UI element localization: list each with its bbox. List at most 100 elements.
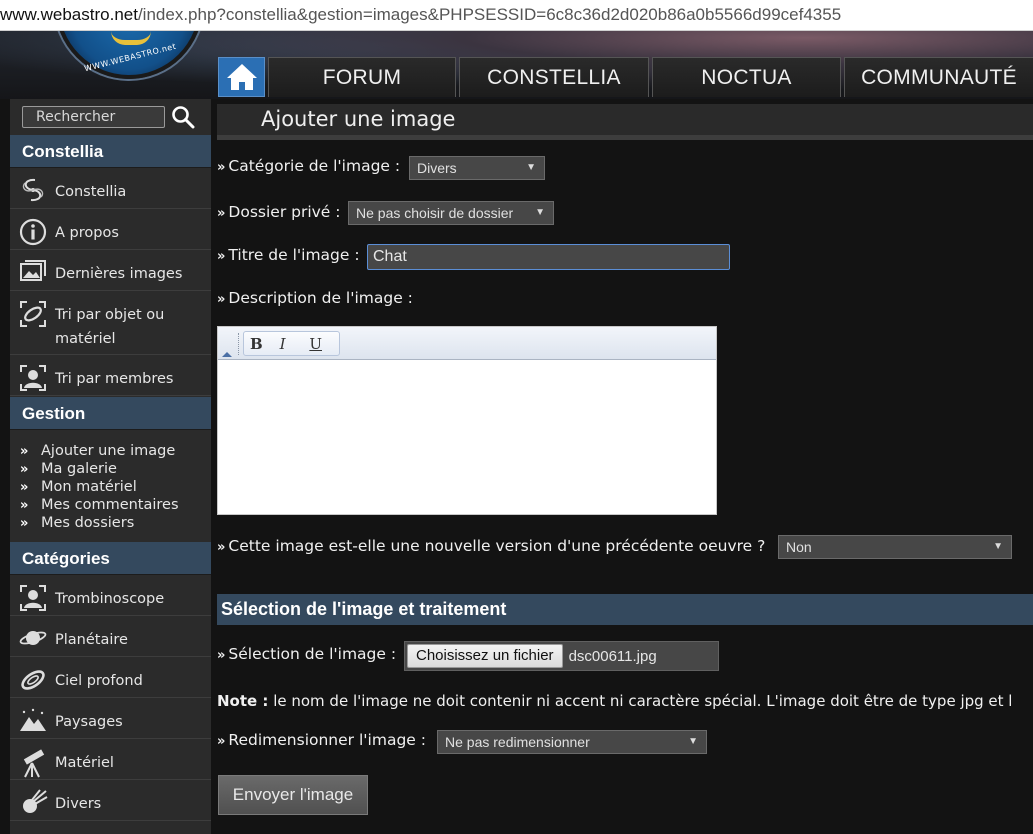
nav-tab-constellia[interactable]: CONSTELLIA	[459, 57, 649, 97]
category-item-ciel-profond[interactable]: Ciel profond	[10, 658, 211, 698]
deep-sky-icon	[20, 670, 45, 690]
arrow-icon: »	[217, 160, 226, 175]
resize-row: » Redimensionner l'image :	[217, 731, 426, 749]
category-item-materiel[interactable]: Matériel	[10, 740, 211, 780]
editor-toolbar: B I U	[218, 327, 716, 360]
choose-file-button[interactable]: Choisissez un fichier	[407, 644, 563, 668]
format-buttons: B I U	[243, 331, 340, 356]
arrow-icon: »	[217, 292, 226, 307]
url-path: /index.php?constellia&gestion=images&PHP…	[137, 5, 842, 24]
category-item-planetaire[interactable]: Planétaire	[10, 617, 211, 657]
file-label: Sélection de l'image :	[228, 645, 397, 663]
landscape-icon	[19, 708, 46, 731]
sidebar-item-a-propos[interactable]: A propos	[10, 210, 211, 250]
sidebar-item-tri-objet[interactable]: Tri par objet ou matériel	[10, 292, 211, 355]
toolbar-grip	[238, 333, 239, 355]
category-item-trombinoscope[interactable]: Trombinoscope	[10, 576, 211, 616]
underline-button[interactable]: U	[309, 335, 339, 353]
gestion-list: » Ajouter une image » Ma galerie » Mon maté…	[20, 442, 179, 532]
category-label: Ciel profond	[55, 673, 143, 689]
category-item-paysages[interactable]: Paysages	[10, 699, 211, 739]
version-label: Cette image est-elle une nouvelle versio…	[228, 537, 766, 555]
version-select[interactable]: Non ▼	[778, 535, 1012, 559]
version-row: » Cette image est-elle une nouvelle versi…	[217, 537, 765, 555]
title-input[interactable]: Chat	[367, 244, 730, 270]
sidebar-item-dernieres-images[interactable]: Dernières images	[10, 251, 211, 291]
section-head-categories: Catégories	[10, 542, 211, 575]
description-label: Description de l'image :	[228, 289, 413, 307]
sidebar-item-label-line1: Tri par objet ou	[55, 307, 165, 323]
file-picker: Choisissez un fichier dsc00611.jpg	[404, 641, 719, 671]
sidebar-item-label-line2: matériel	[55, 331, 116, 347]
folder-row: » Dossier privé :	[217, 203, 341, 221]
category-select-value: Divers	[417, 160, 457, 176]
sidebar-item-label: A propos	[55, 225, 119, 241]
bold-button[interactable]: B	[250, 335, 280, 353]
selected-file-name: dsc00611.jpg	[568, 647, 657, 665]
submit-image-button[interactable]: Envoyer l'image	[218, 775, 368, 815]
arrow-icon: »	[217, 540, 226, 555]
note-label: Note :	[217, 692, 269, 710]
site-logo[interactable]: WWW.WEBASTRO.net	[55, 31, 203, 81]
dropdown-arrow-icon: ▼	[688, 736, 698, 747]
italic-button[interactable]: I	[280, 335, 310, 353]
category-label: Divers	[55, 796, 102, 812]
nav-tab-forum[interactable]: FORUM	[268, 57, 456, 97]
images-icon	[19, 260, 46, 281]
dropdown-arrow-icon: ▼	[535, 207, 545, 218]
category-label: Catégorie de l'image :	[228, 157, 401, 175]
portrait-icon	[19, 585, 46, 611]
category-label: Matériel	[55, 755, 114, 771]
gestion-item-materiel[interactable]: » Mon matériel	[20, 478, 179, 496]
search-input[interactable]: Rechercher	[22, 106, 165, 128]
gestion-item-commentaires[interactable]: » Mes commentaires	[20, 496, 179, 514]
arrow-icon: »	[217, 249, 226, 264]
resize-label: Redimensionner l'image :	[228, 731, 426, 749]
home-button[interactable]	[218, 57, 265, 97]
sidebar-item-label: Tri par membres	[55, 371, 174, 387]
page-title: Ajouter une image	[261, 107, 456, 131]
category-label: Trombinoscope	[55, 591, 165, 607]
gestion-item-ajouter[interactable]: » Ajouter une image	[20, 442, 179, 460]
title-row: » Titre de l'image :	[217, 246, 360, 264]
nav-tab-communaute[interactable]: COMMUNAUTÉ	[844, 57, 1033, 97]
dropdown-arrow-icon: ▼	[526, 162, 536, 173]
gestion-item-galerie[interactable]: » Ma galerie	[20, 460, 179, 478]
resize-select[interactable]: Ne pas redimensionner ▼	[437, 730, 707, 754]
title-label: Titre de l'image :	[228, 246, 360, 264]
sidebar: Rechercher Constellia Constellia A propo…	[10, 99, 211, 834]
folder-select-value: Ne pas choisir de dossier	[356, 205, 514, 221]
sidebar-item-constellia[interactable]: Constellia	[10, 169, 211, 209]
sidebar-item-label: Dernières images	[55, 266, 183, 282]
info-icon	[19, 218, 46, 246]
section-title: Sélection de l'image et traitement	[217, 594, 1033, 625]
note-text: le nom de l'image ne doit contenir ni ac…	[268, 692, 1013, 710]
search-icon	[172, 106, 195, 129]
folder-label: Dossier privé :	[228, 203, 341, 221]
file-row: » Sélection de l'image :	[217, 645, 396, 663]
page-title-bar: Ajouter une image	[217, 104, 1033, 140]
object-icon	[19, 301, 46, 327]
planet-icon	[19, 631, 46, 645]
sidebar-item-tri-membres[interactable]: Tri par membres	[10, 356, 211, 396]
category-item-divers[interactable]: Divers	[10, 781, 211, 821]
top-navigation: FORUM CONSTELLIA NOCTUA COMMUNAUTÉ	[218, 57, 1033, 97]
description-editor[interactable]: B I U	[217, 326, 717, 515]
galaxy-icon	[22, 178, 43, 202]
category-select[interactable]: Divers ▼	[409, 156, 545, 180]
folder-select[interactable]: Ne pas choisir de dossier ▼	[348, 201, 554, 225]
arrow-icon: »	[217, 206, 226, 221]
arrow-icon: »	[217, 734, 226, 749]
toolbar-collapse-icon[interactable]	[222, 352, 232, 357]
address-bar[interactable]: www.webastro.net/index.php?constellia&ge…	[0, 0, 1033, 31]
url-host: www.webastro.net	[0, 5, 138, 24]
search-button[interactable]	[171, 105, 195, 129]
category-row: » Catégorie de l'image :	[217, 157, 400, 175]
gestion-item-dossiers[interactable]: » Mes dossiers	[20, 514, 179, 532]
dropdown-arrow-icon: ▼	[993, 541, 1003, 552]
upload-note: Note : le nom de l'image ne doit conteni…	[217, 692, 1033, 710]
nav-tab-noctua[interactable]: NOCTUA	[652, 57, 841, 97]
home-icon	[226, 64, 257, 90]
version-select-value: Non	[786, 539, 812, 555]
comet-icon	[22, 789, 48, 813]
